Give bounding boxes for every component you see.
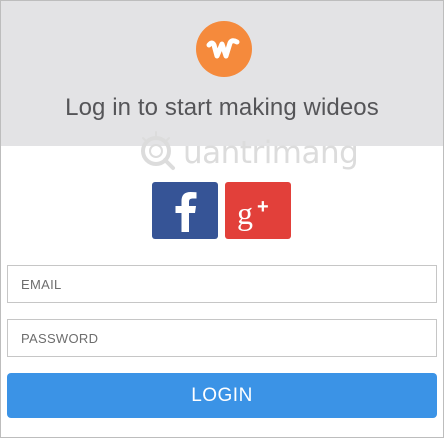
page-title: Log in to start making wideos — [65, 94, 379, 121]
facebook-icon — [175, 192, 197, 232]
quantrimang-watermark-icon — [141, 131, 175, 170]
login-button[interactable]: LOGIN — [7, 373, 437, 418]
google-plus-login-button[interactable]: g + — [225, 182, 291, 239]
google-plus-icon: g + — [237, 195, 269, 231]
facebook-login-button[interactable] — [152, 182, 218, 239]
svg-text:g: g — [237, 195, 253, 231]
login-header: Log in to start making wideos — [1, 1, 443, 146]
password-input[interactable] — [8, 320, 436, 356]
svg-text:+: + — [257, 196, 269, 218]
login-panel: Log in to start making wideos uantrimang… — [0, 0, 444, 438]
wideo-logo-icon — [196, 21, 252, 77]
email-input[interactable] — [8, 266, 436, 302]
watermark: uantrimang — [135, 127, 359, 179]
password-field[interactable] — [7, 319, 437, 357]
watermark-text: uantrimang — [183, 135, 359, 171]
email-field[interactable] — [7, 265, 437, 303]
